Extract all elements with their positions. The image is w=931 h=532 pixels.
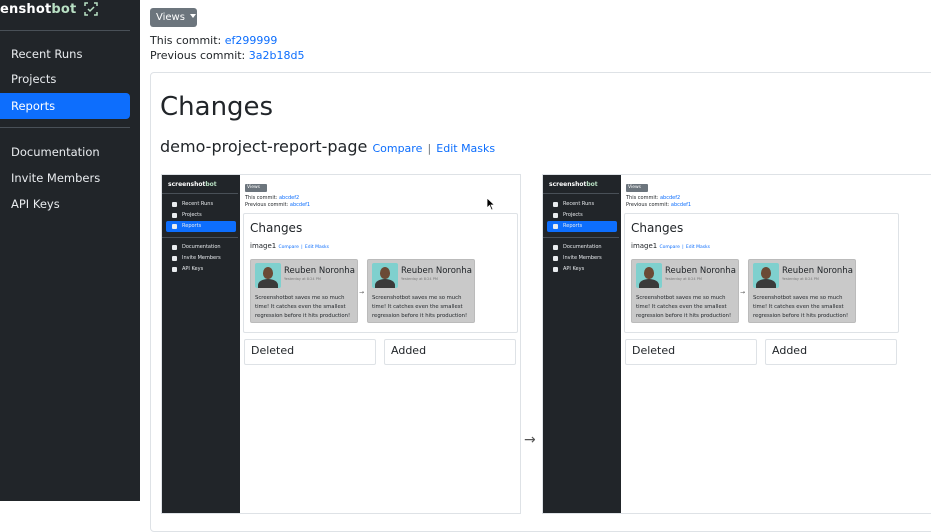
- testimonial-name: Reuben Noronha: [782, 266, 853, 276]
- testimonial-time: Yesterday at 8:24 PM: [782, 277, 819, 281]
- screenshot-menu-item: Invite Members: [166, 253, 236, 264]
- testimonial-name: Reuben Noronha: [284, 266, 355, 276]
- this-commit-line: This commit: ef299999: [150, 34, 277, 47]
- screenshot-menu-item: API Keys: [547, 264, 617, 275]
- folder-icon: [553, 213, 558, 218]
- screenshot-before[interactable]: screenshotbot Recent Runs Projects Repor…: [161, 174, 521, 514]
- sidebar-item-reports[interactable]: Reports: [0, 93, 130, 119]
- users-icon: [172, 256, 177, 261]
- screenshot-menu-item: Documentation: [166, 242, 236, 253]
- brand-text: enshot: [0, 2, 52, 17]
- testimonial-time: Yesterday at 8:24 PM: [401, 277, 438, 281]
- mouse-cursor-icon: [486, 197, 496, 211]
- sidebar-divider: [0, 30, 130, 31]
- screenshot-this-commit: This commit: abcdef2: [626, 195, 681, 201]
- previous-commit-link[interactable]: 3a2b18d5: [249, 49, 305, 62]
- brand-logo[interactable]: enshotbot: [0, 2, 98, 22]
- avatar: [753, 263, 779, 288]
- screenshot-previous-commit: Previous commit: abcdef1: [626, 202, 692, 208]
- screenshot-views-button: Views: [626, 184, 648, 192]
- screenshot-title: Changes: [250, 221, 303, 235]
- screenshot-menu-item: Reports: [547, 221, 617, 232]
- avatar: [372, 263, 398, 288]
- sidebar-item-documentation[interactable]: Documentation: [0, 139, 130, 165]
- sidebar-item-invite-members[interactable]: Invite Members: [0, 165, 130, 191]
- caret-down-icon: [189, 14, 196, 18]
- added-panel: Added: [765, 339, 897, 365]
- screenshot-menu-item: Projects: [166, 210, 236, 221]
- this-commit-label: This commit:: [150, 34, 222, 47]
- views-dropdown-button[interactable]: Views: [150, 8, 197, 27]
- screenshot-image-heading: image1 Compare | Edit Masks: [250, 242, 330, 250]
- screenshot-title: Changes: [631, 221, 684, 235]
- screenshot-sidebar: screenshotbot Recent Runs Projects Repor…: [162, 175, 240, 513]
- testimonial-time: Yesterday at 8:24 PM: [284, 277, 321, 281]
- testimonial-quote: Screenshotbot saves me so much time! It …: [372, 295, 468, 319]
- sidebar: enshotbot Recent Runs Projects Reports D…: [0, 0, 140, 501]
- screenshot-views-button: Views: [245, 184, 267, 192]
- screenshot-menu-item: Recent Runs: [547, 199, 617, 210]
- flag-icon: [553, 224, 558, 229]
- sidebar-divider: [0, 127, 130, 128]
- screenshot-after[interactable]: screenshotbot Recent Runs Projects Repor…: [542, 174, 931, 514]
- folder-icon: [172, 213, 177, 218]
- sidebar-item-recent-runs[interactable]: Recent Runs: [0, 41, 130, 67]
- testimonial-card-after: Reuben Noronha Yesterday at 8:24 PM Scre…: [367, 259, 475, 323]
- brand-text-accent: bot: [51, 2, 77, 17]
- key-icon: [553, 267, 558, 272]
- arrow-icon: →: [359, 289, 365, 296]
- views-label: Views: [156, 12, 185, 23]
- screenshot-image-heading: image1 Compare | Edit Masks: [631, 242, 711, 250]
- screenshot-this-commit: This commit: abcdef2: [245, 195, 300, 201]
- arrow-icon: →: [740, 289, 746, 296]
- report-heading: demo-project-report-page Compare | Edit …: [160, 137, 495, 156]
- screenshot-menu-item: API Keys: [166, 264, 236, 275]
- avatar: [255, 263, 281, 288]
- clock-icon: [553, 202, 558, 207]
- compare-link[interactable]: Compare: [372, 142, 422, 155]
- screenshot-brand: screenshotbot: [549, 181, 598, 188]
- screenshot-menu-item: Projects: [547, 210, 617, 221]
- sidebar-item-api-keys[interactable]: API Keys: [0, 191, 130, 217]
- testimonial-time: Yesterday at 8:24 PM: [665, 277, 702, 281]
- added-panel: Added: [384, 339, 516, 365]
- testimonial-quote: Screenshotbot saves me so much time! It …: [255, 295, 351, 319]
- book-icon: [553, 245, 558, 250]
- testimonial-name: Reuben Noronha: [401, 266, 472, 276]
- avatar: [636, 263, 662, 288]
- screenshot-menu-item: Reports: [166, 221, 236, 232]
- link-separator: |: [427, 142, 432, 155]
- screenshot-previous-commit: Previous commit: abcdef1: [245, 202, 311, 208]
- screenshot-menu-item: Invite Members: [547, 253, 617, 264]
- testimonial-name: Reuben Noronha: [665, 266, 736, 276]
- key-icon: [172, 267, 177, 272]
- sidebar-item-projects[interactable]: Projects: [0, 66, 130, 92]
- screenshot-menu-item: Recent Runs: [166, 199, 236, 210]
- this-commit-link[interactable]: ef299999: [225, 34, 278, 47]
- deleted-panel: Deleted: [625, 339, 757, 365]
- testimonial-quote: Screenshotbot saves me so much time! It …: [636, 295, 732, 319]
- book-icon: [172, 245, 177, 250]
- testimonial-card-before: Reuben Noronha Yesterday at 8:24 PM Scre…: [631, 259, 739, 323]
- clock-icon: [172, 202, 177, 207]
- previous-commit-label: Previous commit:: [150, 49, 246, 62]
- page-title: Changes: [160, 92, 274, 122]
- screenshot-sidebar: screenshotbot Recent Runs Projects Repor…: [543, 175, 621, 513]
- previous-commit-line: Previous commit: 3a2b18d5: [150, 49, 304, 62]
- users-icon: [553, 256, 558, 261]
- screenshot-menu-item: Documentation: [547, 242, 617, 253]
- testimonial-card-after: Reuben Noronha Yesterday at 8:24 PM Scre…: [748, 259, 856, 323]
- compare-arrow-icon: →: [524, 432, 536, 448]
- flag-icon: [172, 224, 177, 229]
- edit-masks-link[interactable]: Edit Masks: [436, 142, 495, 155]
- testimonial-card-before: Reuben Noronha Yesterday at 8:24 PM Scre…: [250, 259, 358, 323]
- testimonial-quote: Screenshotbot saves me so much time! It …: [753, 295, 849, 319]
- screenshot-brand: screenshotbot: [168, 181, 217, 188]
- report-name: demo-project-report-page: [160, 137, 368, 156]
- deleted-panel: Deleted: [244, 339, 376, 365]
- logo-icon: [84, 2, 98, 16]
